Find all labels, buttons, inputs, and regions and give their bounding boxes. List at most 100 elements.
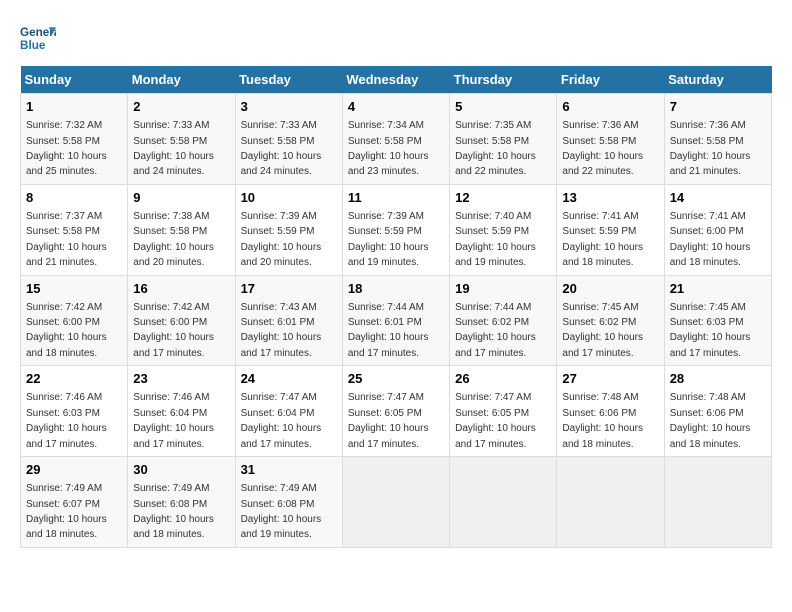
calendar-cell: 7 Sunrise: 7:36 AMSunset: 5:58 PMDayligh… — [664, 94, 771, 185]
weekday-header-tuesday: Tuesday — [235, 66, 342, 94]
day-number: 12 — [455, 189, 551, 207]
day-detail: Sunrise: 7:48 AMSunset: 6:06 PMDaylight:… — [670, 392, 751, 449]
day-detail: Sunrise: 7:42 AMSunset: 6:00 PMDaylight:… — [133, 302, 214, 359]
calendar-cell: 20 Sunrise: 7:45 AMSunset: 6:02 PMDaylig… — [557, 275, 664, 366]
day-detail: Sunrise: 7:41 AMSunset: 5:59 PMDaylight:… — [562, 211, 643, 268]
day-number: 27 — [562, 370, 658, 388]
day-detail: Sunrise: 7:45 AMSunset: 6:02 PMDaylight:… — [562, 302, 643, 359]
day-number: 17 — [241, 280, 337, 298]
calendar-cell: 22 Sunrise: 7:46 AMSunset: 6:03 PMDaylig… — [21, 366, 128, 457]
day-number: 13 — [562, 189, 658, 207]
day-number: 8 — [26, 189, 122, 207]
day-detail: Sunrise: 7:47 AMSunset: 6:04 PMDaylight:… — [241, 392, 322, 449]
calendar-cell: 1 Sunrise: 7:32 AMSunset: 5:58 PMDayligh… — [21, 94, 128, 185]
day-number: 26 — [455, 370, 551, 388]
day-number: 4 — [348, 98, 444, 116]
calendar-cell: 29 Sunrise: 7:49 AMSunset: 6:07 PMDaylig… — [21, 457, 128, 548]
weekday-header-monday: Monday — [128, 66, 235, 94]
day-detail: Sunrise: 7:47 AMSunset: 6:05 PMDaylight:… — [348, 392, 429, 449]
calendar-header: SundayMondayTuesdayWednesdayThursdayFrid… — [21, 66, 772, 94]
weekday-header-wednesday: Wednesday — [342, 66, 449, 94]
calendar-cell — [342, 457, 449, 548]
calendar-cell: 15 Sunrise: 7:42 AMSunset: 6:00 PMDaylig… — [21, 275, 128, 366]
calendar-cell: 24 Sunrise: 7:47 AMSunset: 6:04 PMDaylig… — [235, 366, 342, 457]
day-detail: Sunrise: 7:42 AMSunset: 6:00 PMDaylight:… — [26, 302, 107, 359]
day-number: 11 — [348, 189, 444, 207]
day-detail: Sunrise: 7:33 AMSunset: 5:58 PMDaylight:… — [241, 120, 322, 177]
calendar-cell: 5 Sunrise: 7:35 AMSunset: 5:58 PMDayligh… — [450, 94, 557, 185]
day-number: 22 — [26, 370, 122, 388]
day-detail: Sunrise: 7:34 AMSunset: 5:58 PMDaylight:… — [348, 120, 429, 177]
day-detail: Sunrise: 7:40 AMSunset: 5:59 PMDaylight:… — [455, 211, 536, 268]
calendar-cell: 30 Sunrise: 7:49 AMSunset: 6:08 PMDaylig… — [128, 457, 235, 548]
calendar-cell: 6 Sunrise: 7:36 AMSunset: 5:58 PMDayligh… — [557, 94, 664, 185]
calendar-cell: 17 Sunrise: 7:43 AMSunset: 6:01 PMDaylig… — [235, 275, 342, 366]
day-number: 15 — [26, 280, 122, 298]
day-number: 10 — [241, 189, 337, 207]
calendar-cell: 13 Sunrise: 7:41 AMSunset: 5:59 PMDaylig… — [557, 184, 664, 275]
day-detail: Sunrise: 7:38 AMSunset: 5:58 PMDaylight:… — [133, 211, 214, 268]
weekday-header-sunday: Sunday — [21, 66, 128, 94]
day-number: 30 — [133, 461, 229, 479]
calendar-cell: 3 Sunrise: 7:33 AMSunset: 5:58 PMDayligh… — [235, 94, 342, 185]
day-number: 28 — [670, 370, 766, 388]
day-number: 3 — [241, 98, 337, 116]
calendar-cell: 2 Sunrise: 7:33 AMSunset: 5:58 PMDayligh… — [128, 94, 235, 185]
calendar-cell: 27 Sunrise: 7:48 AMSunset: 6:06 PMDaylig… — [557, 366, 664, 457]
svg-text:Blue: Blue — [20, 39, 46, 52]
calendar-cell: 4 Sunrise: 7:34 AMSunset: 5:58 PMDayligh… — [342, 94, 449, 185]
day-number: 18 — [348, 280, 444, 298]
calendar-cell — [664, 457, 771, 548]
calendar-week-4: 22 Sunrise: 7:46 AMSunset: 6:03 PMDaylig… — [21, 366, 772, 457]
day-detail: Sunrise: 7:46 AMSunset: 6:04 PMDaylight:… — [133, 392, 214, 449]
calendar-cell: 9 Sunrise: 7:38 AMSunset: 5:58 PMDayligh… — [128, 184, 235, 275]
day-detail: Sunrise: 7:49 AMSunset: 6:08 PMDaylight:… — [241, 483, 322, 540]
day-detail: Sunrise: 7:32 AMSunset: 5:58 PMDaylight:… — [26, 120, 107, 177]
calendar-cell: 10 Sunrise: 7:39 AMSunset: 5:59 PMDaylig… — [235, 184, 342, 275]
day-number: 21 — [670, 280, 766, 298]
calendar-cell — [557, 457, 664, 548]
calendar-cell — [450, 457, 557, 548]
day-detail: Sunrise: 7:47 AMSunset: 6:05 PMDaylight:… — [455, 392, 536, 449]
day-detail: Sunrise: 7:44 AMSunset: 6:02 PMDaylight:… — [455, 302, 536, 359]
calendar-week-3: 15 Sunrise: 7:42 AMSunset: 6:00 PMDaylig… — [21, 275, 772, 366]
day-number: 25 — [348, 370, 444, 388]
calendar-body: 1 Sunrise: 7:32 AMSunset: 5:58 PMDayligh… — [21, 94, 772, 548]
calendar-cell: 16 Sunrise: 7:42 AMSunset: 6:00 PMDaylig… — [128, 275, 235, 366]
day-detail: Sunrise: 7:35 AMSunset: 5:58 PMDaylight:… — [455, 120, 536, 177]
calendar-cell: 11 Sunrise: 7:39 AMSunset: 5:59 PMDaylig… — [342, 184, 449, 275]
day-number: 23 — [133, 370, 229, 388]
page-header: General Blue — [20, 20, 772, 56]
day-detail: Sunrise: 7:45 AMSunset: 6:03 PMDaylight:… — [670, 302, 751, 359]
day-detail: Sunrise: 7:39 AMSunset: 5:59 PMDaylight:… — [348, 211, 429, 268]
weekday-header-saturday: Saturday — [664, 66, 771, 94]
day-detail: Sunrise: 7:33 AMSunset: 5:58 PMDaylight:… — [133, 120, 214, 177]
day-detail: Sunrise: 7:36 AMSunset: 5:58 PMDaylight:… — [562, 120, 643, 177]
day-number: 14 — [670, 189, 766, 207]
calendar-cell: 19 Sunrise: 7:44 AMSunset: 6:02 PMDaylig… — [450, 275, 557, 366]
calendar-cell: 28 Sunrise: 7:48 AMSunset: 6:06 PMDaylig… — [664, 366, 771, 457]
weekday-header-friday: Friday — [557, 66, 664, 94]
logo-icon: General Blue — [20, 20, 56, 56]
day-number: 24 — [241, 370, 337, 388]
day-detail: Sunrise: 7:37 AMSunset: 5:58 PMDaylight:… — [26, 211, 107, 268]
day-number: 2 — [133, 98, 229, 116]
day-number: 20 — [562, 280, 658, 298]
day-detail: Sunrise: 7:49 AMSunset: 6:07 PMDaylight:… — [26, 483, 107, 540]
calendar-cell: 25 Sunrise: 7:47 AMSunset: 6:05 PMDaylig… — [342, 366, 449, 457]
logo: General Blue — [20, 20, 62, 56]
calendar-week-2: 8 Sunrise: 7:37 AMSunset: 5:58 PMDayligh… — [21, 184, 772, 275]
calendar-cell: 23 Sunrise: 7:46 AMSunset: 6:04 PMDaylig… — [128, 366, 235, 457]
day-detail: Sunrise: 7:48 AMSunset: 6:06 PMDaylight:… — [562, 392, 643, 449]
calendar-cell: 14 Sunrise: 7:41 AMSunset: 6:00 PMDaylig… — [664, 184, 771, 275]
day-detail: Sunrise: 7:44 AMSunset: 6:01 PMDaylight:… — [348, 302, 429, 359]
day-number: 6 — [562, 98, 658, 116]
calendar-cell: 12 Sunrise: 7:40 AMSunset: 5:59 PMDaylig… — [450, 184, 557, 275]
day-detail: Sunrise: 7:36 AMSunset: 5:58 PMDaylight:… — [670, 120, 751, 177]
calendar-cell: 21 Sunrise: 7:45 AMSunset: 6:03 PMDaylig… — [664, 275, 771, 366]
day-number: 16 — [133, 280, 229, 298]
day-number: 29 — [26, 461, 122, 479]
day-detail: Sunrise: 7:43 AMSunset: 6:01 PMDaylight:… — [241, 302, 322, 359]
calendar-cell: 26 Sunrise: 7:47 AMSunset: 6:05 PMDaylig… — [450, 366, 557, 457]
calendar-cell: 18 Sunrise: 7:44 AMSunset: 6:01 PMDaylig… — [342, 275, 449, 366]
